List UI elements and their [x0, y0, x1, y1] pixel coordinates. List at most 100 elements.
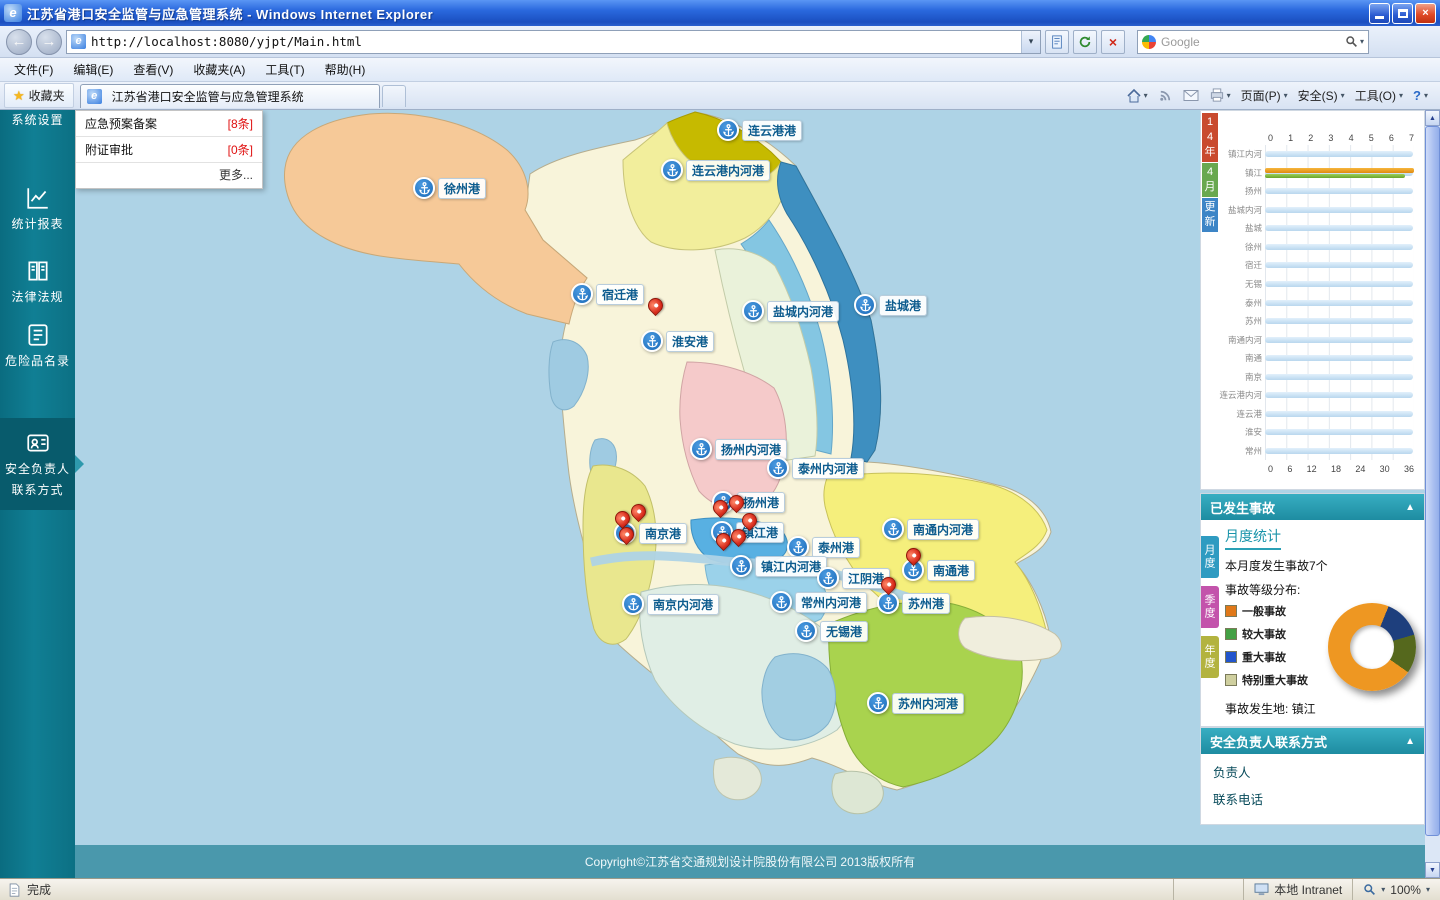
sidebar-item-statistics[interactable]: 统计报表 — [0, 185, 75, 232]
contact-row: 负责人 — [1201, 754, 1424, 781]
search-dropdown-icon[interactable]: ▾ — [1360, 37, 1364, 46]
collapse-arrow-icon[interactable]: ▲ — [1405, 502, 1415, 513]
port-statistics-chart-panel: 14年4月更新 01234567 镇江内河 镇江 扬州 盐城内河 — [1200, 110, 1425, 490]
anchor-icon — [881, 596, 896, 611]
port-marker[interactable]: 泰州内河港 — [767, 457, 864, 479]
url-dropdown-icon[interactable]: ▾ — [1021, 31, 1040, 53]
help-button[interactable]: ?▾ — [1413, 88, 1428, 103]
item-count-badge: [0条] — [228, 141, 253, 158]
menu-item[interactable]: 收藏夹(A) — [183, 58, 255, 81]
new-tab-button[interactable] — [382, 85, 406, 107]
favorites-button[interactable]: ★ 收藏夹 — [4, 83, 74, 108]
menu-item[interactable]: 查看(V) — [123, 58, 183, 81]
more-link[interactable]: 更多... — [76, 163, 262, 188]
port-marker[interactable]: 江阴港 — [817, 567, 890, 589]
accident-legend: 一般事故 较大事故 重大事故 特别重大事故 — [1225, 603, 1308, 688]
jiangsu-map[interactable] — [75, 110, 1200, 845]
maximize-button[interactable] — [1392, 3, 1413, 24]
security-zone: 本地 Intranet — [1243, 879, 1352, 900]
vertical-scrollbar[interactable]: ▲ ▼ — [1425, 110, 1440, 878]
port-marker[interactable]: 无锡港 — [795, 620, 868, 642]
mail-button[interactable] — [1183, 89, 1199, 102]
port-marker[interactable]: 苏州内河港 — [867, 692, 964, 714]
port-marker[interactable]: 连云港内河港 — [661, 159, 770, 181]
anchor-icon — [774, 595, 789, 610]
chart-bottom-axis: 061218243036 — [1268, 464, 1414, 476]
accident-tabs: 月度季度年度 — [1201, 536, 1219, 678]
quick-panel-item[interactable]: 附证审批 [0条] — [76, 137, 262, 163]
port-marker[interactable]: 淮安港 — [641, 330, 714, 352]
quick-panel-item[interactable]: 应急预案备案 [8条] — [76, 111, 262, 137]
home-button[interactable]: ▾ — [1126, 88, 1148, 104]
chart-row: 镇江 — [1219, 164, 1420, 183]
accident-tab[interactable]: 月度 — [1201, 536, 1219, 578]
zoom-control[interactable]: ▾ 100% ▾ — [1352, 879, 1440, 900]
sidebar-item-laws[interactable]: 法律法规 — [0, 258, 75, 305]
sidebar-item-system-settings[interactable]: 系统设置 — [0, 112, 75, 128]
anchor-icon — [694, 442, 709, 457]
port-marker[interactable]: 徐州港 — [413, 177, 486, 199]
chart-row: 徐州 — [1219, 238, 1420, 257]
tab-active[interactable]: e 江苏省港口安全监管与应急管理系统 — [80, 84, 380, 108]
port-label: 淮安港 — [666, 331, 714, 352]
menu-item[interactable]: 帮助(H) — [315, 58, 376, 81]
accident-donut-chart — [1328, 603, 1416, 691]
back-button[interactable]: ← — [6, 29, 32, 55]
port-label: 苏州内河港 — [892, 693, 964, 714]
feeds-button[interactable] — [1158, 88, 1173, 103]
refresh-icon — [1078, 35, 1092, 49]
minimize-button[interactable] — [1369, 3, 1390, 24]
toolbar-button[interactable]: 页面(P) ▾ — [1241, 87, 1288, 104]
legend-swatch-icon — [1225, 605, 1237, 617]
scroll-up-arrow[interactable]: ▲ — [1425, 110, 1440, 126]
port-marker[interactable]: 盐城港 — [854, 294, 927, 316]
contact-panel: 安全负责人联系方式 ▲ 负责人联系电话 — [1200, 727, 1425, 825]
scroll-thumb[interactable] — [1425, 126, 1440, 836]
bar-series1 — [1265, 168, 1414, 173]
print-button[interactable]: ▾ — [1209, 88, 1231, 103]
port-marker[interactable]: 盐城内河港 — [742, 300, 839, 322]
status-bar: 完成 本地 Intranet ▾ 100% ▾ — [0, 878, 1440, 900]
anchor-icon — [791, 540, 806, 555]
item-count-badge: [8条] — [228, 115, 253, 132]
port-marker[interactable]: 南京内河港 — [622, 593, 719, 615]
chart-row: 南通 — [1219, 349, 1420, 368]
contact-panel-header[interactable]: 安全负责人联系方式 ▲ — [1201, 728, 1424, 754]
refresh-button[interactable] — [1073, 30, 1097, 54]
accident-tab[interactable]: 季度 — [1201, 586, 1219, 628]
port-marker[interactable]: 镇江内河港 — [730, 555, 827, 577]
scroll-down-arrow[interactable]: ▼ — [1425, 862, 1440, 878]
port-marker[interactable]: 宿迁港 — [571, 283, 644, 305]
port-marker[interactable]: 常州内河港 — [770, 591, 867, 613]
chart-row: 盐城内河 — [1219, 201, 1420, 220]
accident-panel-header[interactable]: 已发生事故 ▲ — [1201, 494, 1424, 520]
sidebar-item-safety-contacts[interactable]: 安全负责人 联系方式 — [0, 418, 75, 510]
close-button[interactable]: × — [1415, 3, 1436, 24]
menu-item[interactable]: 文件(F) — [4, 58, 63, 81]
url-text: http://localhost:8080/yjpt/Main.html — [91, 34, 362, 49]
stop-button[interactable]: × — [1101, 30, 1125, 54]
port-label: 盐城港 — [879, 295, 927, 316]
search-input[interactable]: Google ▾ — [1137, 30, 1369, 54]
accident-tab[interactable]: 年度 — [1201, 636, 1219, 678]
magnifier-icon[interactable] — [1345, 35, 1358, 48]
search-placeholder-text: Google — [1161, 35, 1200, 49]
printer-icon — [1209, 88, 1225, 103]
port-label: 南通内河港 — [907, 519, 979, 540]
port-marker[interactable]: 南通内河港 — [882, 518, 979, 540]
sidebar: 系统设置 统计报表 法律法规 危险品名录 安全负责人 联系方式 — [0, 110, 75, 878]
menu-item[interactable]: 编辑(E) — [63, 58, 123, 81]
menu-item[interactable]: 工具(T) — [255, 58, 314, 81]
collapse-arrow-icon[interactable]: ▲ — [1405, 736, 1415, 747]
toolbar-button[interactable]: 安全(S) ▾ — [1298, 87, 1345, 104]
toolbar-button[interactable]: 工具(O) ▾ — [1355, 87, 1403, 104]
forward-button[interactable]: → — [36, 29, 62, 55]
sidebar-item-dangerous-goods[interactable]: 危险品名录 — [0, 322, 75, 369]
port-label: 苏州港 — [902, 593, 950, 614]
status-text: 完成 — [27, 881, 51, 898]
bar-series2 — [1265, 174, 1405, 178]
compatibility-button[interactable] — [1045, 30, 1069, 54]
port-marker[interactable]: 连云港港 — [717, 119, 802, 141]
chart-row: 苏州 — [1219, 312, 1420, 331]
url-input[interactable]: e http://localhost:8080/yjpt/Main.html ▾ — [66, 30, 1041, 54]
